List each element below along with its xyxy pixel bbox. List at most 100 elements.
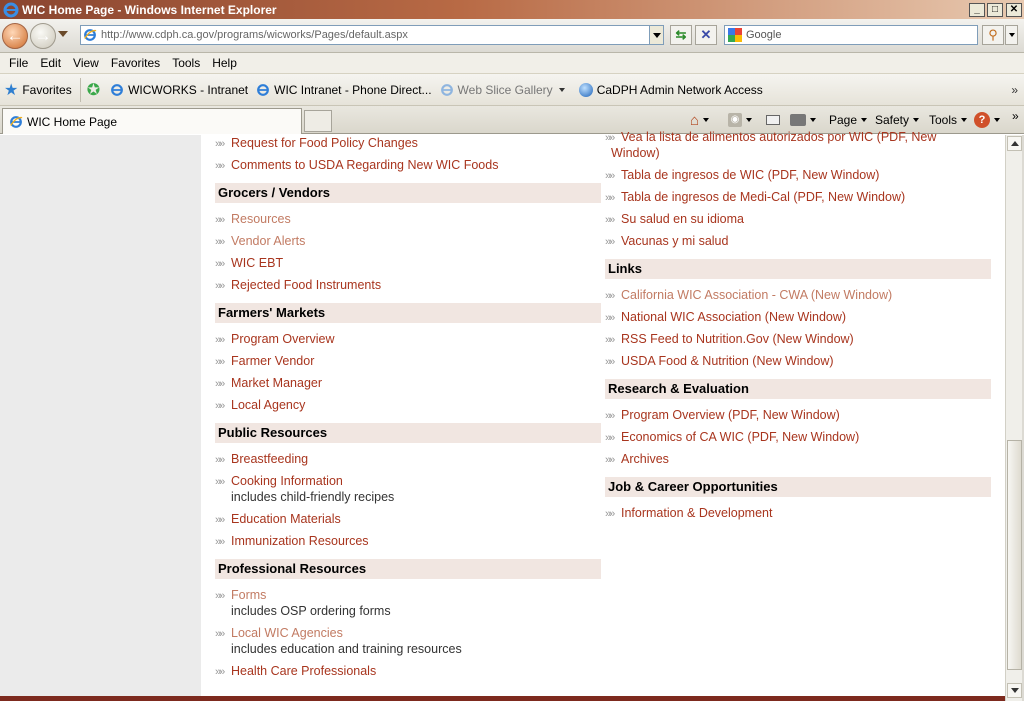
stop-button[interactable]: ✕: [695, 25, 717, 45]
help-button[interactable]: ?: [974, 110, 1000, 130]
link-continuation[interactable]: Window): [611, 145, 660, 161]
page-menu-label[interactable]: Page: [829, 113, 857, 127]
chevron-down-icon[interactable]: [558, 87, 565, 92]
link[interactable]: Cooking Information: [231, 473, 343, 489]
link[interactable]: Local Agency: [231, 397, 305, 413]
favorite-item-phone-directory[interactable]: WIC Intranet - Phone Direct...: [252, 83, 435, 97]
scroll-down-button[interactable]: [1007, 683, 1022, 698]
favorite-item-wicworks[interactable]: WICWORKS - Intranet: [106, 83, 252, 97]
search-placeholder[interactable]: Google: [746, 29, 781, 41]
safety-menu-button[interactable]: Safety: [875, 110, 920, 130]
more-commands-icon[interactable]: »: [1012, 106, 1019, 126]
chevron-down-icon[interactable]: [913, 118, 920, 122]
new-tab-button[interactable]: [304, 110, 332, 132]
link[interactable]: Forms: [231, 587, 266, 603]
link[interactable]: USDA Food & Nutrition (New Window): [621, 353, 834, 369]
menu-view[interactable]: View: [67, 56, 105, 70]
search-box[interactable]: Google: [724, 25, 978, 45]
address-dropdown-icon[interactable]: [649, 26, 663, 44]
maximize-button[interactable]: □: [987, 2, 1003, 17]
link[interactable]: Local WIC Agencies: [231, 625, 343, 641]
chevron-down-icon[interactable]: [961, 118, 968, 122]
ie-page-icon: [257, 83, 270, 96]
scroll-thumb[interactable]: [1007, 440, 1022, 670]
favorites-button[interactable]: ★ Favorites: [0, 77, 81, 102]
link[interactable]: Vea la lista de alimentos autorizados po…: [621, 129, 936, 145]
chevron-down-icon[interactable]: [703, 118, 710, 122]
menu-help[interactable]: Help: [206, 56, 243, 70]
safety-menu-label[interactable]: Safety: [875, 113, 909, 127]
favorite-label[interactable]: Web Slice Gallery: [458, 83, 553, 97]
favorite-label[interactable]: CaDPH Admin Network Access: [597, 83, 763, 97]
arrow-bullet-icon: »»: [605, 236, 615, 248]
tab-wic-home[interactable]: WIC Home Page: [2, 108, 302, 134]
search-icon[interactable]: ⚲: [982, 25, 1004, 45]
link[interactable]: Breastfeeding: [231, 451, 308, 467]
menu-tools[interactable]: Tools: [166, 56, 206, 70]
favorite-label[interactable]: WIC Intranet - Phone Direct...: [274, 83, 431, 97]
favorites-label: Favorites: [22, 82, 72, 97]
link[interactable]: Resources: [231, 211, 291, 227]
arrow-bullet-icon: »»: [605, 192, 615, 204]
minimize-button[interactable]: _: [969, 2, 985, 17]
favorite-label[interactable]: WICWORKS - Intranet: [128, 83, 248, 97]
back-button[interactable]: ←: [2, 23, 28, 49]
address-bar[interactable]: http://www.cdph.ca.gov/programs/wicworks…: [80, 25, 664, 45]
tools-menu-button[interactable]: Tools: [929, 110, 968, 130]
favorite-item-cadph-admin[interactable]: CaDPH Admin Network Access: [575, 82, 767, 97]
link[interactable]: RSS Feed to Nutrition.Gov (New Window): [621, 331, 854, 347]
section-heading: Research & Evaluation: [605, 379, 991, 399]
link[interactable]: Market Manager: [231, 375, 322, 391]
recent-pages-dropdown[interactable]: [58, 31, 68, 37]
page-content: »» Request for Food Policy Changes »» Co…: [201, 130, 1005, 701]
close-button[interactable]: ✕: [1006, 2, 1022, 17]
vertical-scrollbar[interactable]: [1005, 135, 1022, 701]
chevron-down-icon[interactable]: [810, 118, 816, 122]
link[interactable]: Archives: [621, 451, 669, 467]
link[interactable]: Tabla de ingresos de Medi-Cal (PDF, New …: [621, 189, 905, 205]
arrow-bullet-icon: »»: [215, 160, 225, 172]
link[interactable]: Economics of CA WIC (PDF, New Window): [621, 429, 859, 445]
arrow-bullet-icon: »»: [605, 410, 615, 422]
tab-title[interactable]: WIC Home Page: [27, 115, 117, 129]
url-text[interactable]: http://www.cdph.ca.gov/programs/wicworks…: [101, 29, 649, 41]
scroll-up-button[interactable]: [1007, 136, 1022, 151]
page-menu-button[interactable]: Page: [829, 110, 868, 130]
link[interactable]: Rejected Food Instruments: [231, 277, 381, 293]
favorite-item-web-slice-gallery[interactable]: Web Slice Gallery: [436, 83, 569, 97]
link[interactable]: California WIC Association - CWA (New Wi…: [621, 287, 892, 303]
link[interactable]: Program Overview: [231, 331, 335, 347]
search-options-icon[interactable]: [1005, 25, 1018, 45]
feeds-button[interactable]: ◉: [728, 110, 752, 130]
star-icon: ★: [4, 81, 19, 99]
link[interactable]: Su salud en su idioma: [621, 211, 744, 227]
link[interactable]: Health Care Professionals: [231, 663, 376, 679]
menu-file[interactable]: File: [3, 56, 34, 70]
link[interactable]: WIC EBT: [231, 255, 283, 271]
home-button[interactable]: ⌂: [690, 110, 710, 130]
chevron-down-icon[interactable]: [746, 118, 752, 122]
forward-button[interactable]: →: [30, 23, 56, 49]
add-favorite-icon[interactable]: ✪: [87, 80, 100, 100]
print-button[interactable]: [790, 110, 816, 130]
link[interactable]: Request for Food Policy Changes: [231, 135, 418, 151]
link[interactable]: Tabla de ingresos de WIC (PDF, New Windo…: [621, 167, 879, 183]
link[interactable]: National WIC Association (New Window): [621, 309, 846, 325]
chevron-down-icon[interactable]: [994, 118, 1000, 122]
link[interactable]: Education Materials: [231, 511, 341, 527]
arrow-bullet-icon: »»: [605, 334, 615, 346]
link[interactable]: Program Overview (PDF, New Window): [621, 407, 840, 423]
menu-edit[interactable]: Edit: [34, 56, 67, 70]
link[interactable]: Immunization Resources: [231, 533, 369, 549]
link[interactable]: Vacunas y mi salud: [621, 233, 728, 249]
read-mail-button[interactable]: [766, 110, 780, 130]
link[interactable]: Vendor Alerts: [231, 233, 305, 249]
link[interactable]: Farmer Vendor: [231, 353, 314, 369]
link[interactable]: Information & Development: [621, 505, 772, 521]
more-favorites-icon[interactable]: »: [1011, 83, 1018, 97]
menu-favorites[interactable]: Favorites: [105, 56, 166, 70]
link[interactable]: Comments to USDA Regarding New WIC Foods: [231, 157, 498, 173]
compatibility-refresh-button[interactable]: ⇆: [670, 25, 692, 45]
tools-menu-label[interactable]: Tools: [929, 113, 957, 127]
chevron-down-icon[interactable]: [861, 118, 868, 122]
